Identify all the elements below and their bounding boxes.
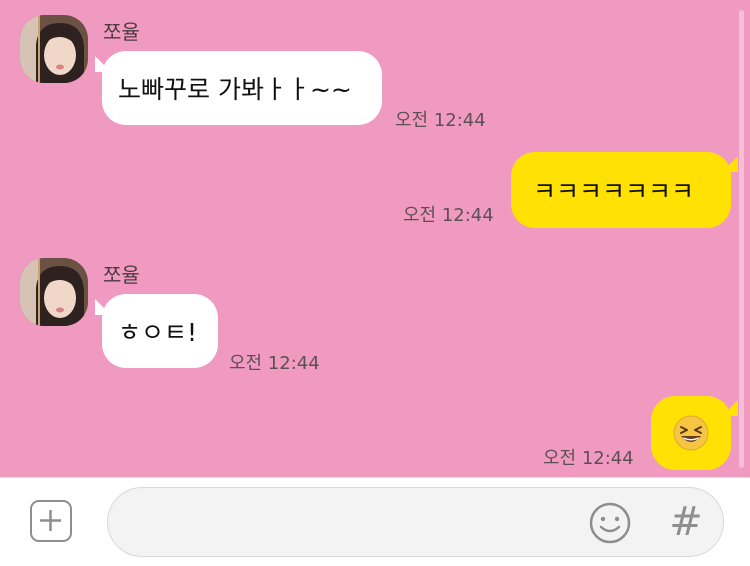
message-bubble[interactable]: 노빠꾸로 가봐ㅏㅏ~~: [102, 51, 382, 125]
emoji-button[interactable]: [588, 501, 632, 545]
bubble-tail: [722, 156, 738, 172]
hashtag-button[interactable]: #: [668, 500, 704, 544]
bubble-tail: [95, 56, 111, 72]
message-bubble[interactable]: [651, 396, 731, 470]
bubble-tail: [95, 299, 111, 315]
plus-icon: [40, 510, 61, 531]
sender-name: 쪼율: [103, 263, 140, 287]
message-bubble[interactable]: ㅋㅋㅋㅋㅋㅋㅋ: [511, 152, 731, 228]
input-bar: #: [0, 477, 750, 566]
chat-area: 쪼율 노빠꾸로 가봐ㅏㅏ~~ 오전 12:44 ㅋㅋㅋㅋㅋㅋㅋ 오전 12:44…: [0, 0, 750, 477]
smiley-icon: [589, 502, 631, 544]
avatar[interactable]: [20, 15, 88, 83]
message-text: 노빠꾸로 가봐ㅏㅏ~~: [118, 75, 352, 104]
bubble-tail: [722, 400, 738, 416]
message-bubble[interactable]: ㅎㅇㅌ!: [102, 294, 218, 368]
message-text: ㅎㅇㅌ!: [118, 318, 198, 347]
grinning-squinting-face-emoji: [673, 415, 709, 451]
hashtag-icon: #: [669, 499, 703, 545]
message-time: 오전 12:44: [403, 205, 494, 226]
message-text: ㅋㅋㅋㅋㅋㅋㅋ: [533, 177, 695, 206]
message-time: 오전 12:44: [543, 448, 634, 469]
avatar[interactable]: [20, 258, 88, 326]
message-time: 오전 12:44: [229, 353, 320, 374]
message-time: 오전 12:44: [395, 110, 486, 131]
sender-name: 쪼율: [103, 20, 140, 44]
scrollbar[interactable]: [739, 10, 744, 468]
attach-button[interactable]: [30, 500, 72, 542]
